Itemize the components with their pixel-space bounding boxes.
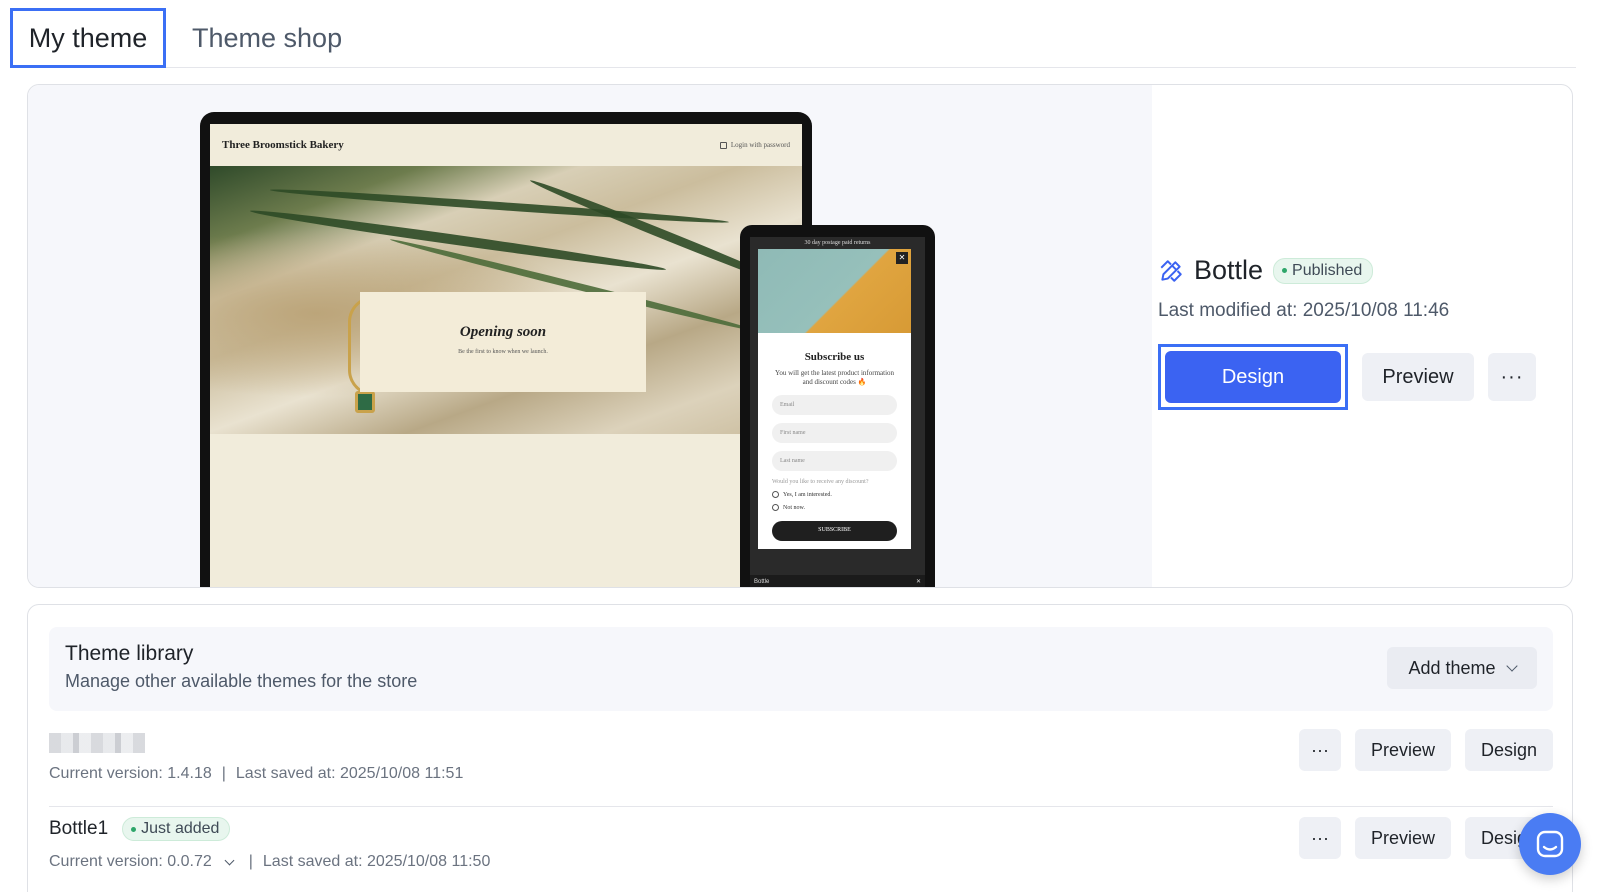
tab-my-theme[interactable]: My theme [10, 8, 166, 68]
radio-icon [772, 504, 779, 511]
row-actions: ··· Preview Design [1299, 729, 1553, 771]
row-preview-button[interactable]: Preview [1355, 729, 1451, 771]
theme-name-row: Bottle Published [1158, 255, 1548, 286]
radio-yes-label: Yes, I am interested. [783, 491, 832, 498]
current-theme-card: Three Broomstick Bakery Login with passw… [27, 84, 1573, 588]
tablet-screen: Three Broomstick Bakery Login with passw… [210, 124, 802, 587]
modified-value: 2025/10/08 11:46 [1302, 300, 1450, 321]
lock-icon [719, 141, 727, 149]
status-dot [1282, 268, 1288, 273]
subscribe-popup: ✕ Subscribe us You will get the latest p… [758, 249, 911, 549]
close-icon: ✕ [896, 252, 908, 264]
library-title: Theme library [65, 642, 194, 665]
phone-bottom-bar: Bottle ✕ [750, 575, 925, 587]
version-dropdown-icon[interactable] [224, 855, 235, 865]
popup-subtitle: You will get the latest product informat… [774, 369, 895, 386]
row-saved: Last saved at: 2025/10/08 11:51 [235, 765, 464, 782]
store-brand: Three Broomstick Bakery [222, 139, 344, 151]
redacted-theme-name [49, 733, 145, 753]
first-name-field: First name [772, 423, 897, 443]
radio-icon [772, 491, 779, 498]
close-icon: ✕ [915, 579, 921, 585]
modified-label: Last modified at: [1158, 300, 1298, 321]
theme-info-panel: Bottle Published Last modified at: 2025/… [1158, 255, 1548, 410]
phone-screen: 30 day postage paid returns ✕ Subscribe … [750, 237, 925, 587]
chat-glyph-icon [1536, 830, 1564, 858]
design-button-focus-ring: Design [1158, 344, 1348, 410]
radio-no: Not now. [772, 504, 897, 511]
chat-icon[interactable] [1519, 813, 1581, 875]
subscribe-button: SUBSCRIBE [772, 521, 897, 541]
add-theme-button[interactable]: Add theme [1387, 647, 1537, 689]
row-name: Bottle1 Just added [49, 817, 231, 841]
separator: | [221, 765, 226, 782]
row-more-button[interactable]: ··· [1299, 817, 1341, 859]
radio-yes: Yes, I am interested. [772, 491, 897, 498]
discount-question: Would you like to receive any discount? [772, 479, 869, 485]
library-row: Bottle1 Just added Current version: 0.0.… [49, 807, 1553, 892]
theme-library-card: Theme library Manage other available the… [27, 604, 1573, 892]
status-badge: Published [1273, 257, 1374, 284]
row-theme-name: Bottle1 [49, 818, 109, 839]
add-theme-label: Add theme [1408, 657, 1496, 678]
badge-label: Just added [141, 820, 220, 837]
preview-button[interactable]: Preview [1362, 353, 1474, 401]
row-design-button[interactable]: Design [1465, 729, 1553, 771]
tablet-header: Three Broomstick Bakery Login with passw… [210, 124, 802, 166]
row-version: Current version: 1.4.18 [49, 765, 212, 782]
row-meta: Current version: 0.0.72 | Last saved at:… [49, 853, 490, 871]
library-subtitle: Manage other available themes for the st… [65, 671, 418, 691]
popup-image: ✕ [758, 249, 911, 333]
last-modified: Last modified at: 2025/10/08 11:46 [1158, 300, 1548, 322]
phone-mockup: 30 day postage paid returns ✕ Subscribe … [740, 225, 935, 587]
theme-name: Bottle [1194, 255, 1264, 285]
just-added-badge: Just added [122, 817, 231, 841]
popup-title: Subscribe us [804, 351, 865, 363]
row-more-button[interactable]: ··· [1299, 729, 1341, 771]
opening-title: Opening soon [459, 324, 547, 340]
tablet-mockup: Three Broomstick Bakery Login with passw… [200, 112, 812, 587]
library-row: Current version: 1.4.18 | Last saved at:… [49, 719, 1553, 807]
library-header: Theme library Manage other available the… [49, 627, 1553, 711]
opening-soon-box: Opening soon Be the first to know when w… [360, 292, 646, 392]
pendant-jewel [355, 391, 375, 413]
design-button[interactable]: Design [1165, 351, 1341, 403]
theme-preview-area: Three Broomstick Bakery Login with passw… [28, 85, 1152, 587]
email-field: Email [772, 395, 897, 415]
login-label: Login with password [730, 141, 790, 149]
tab-theme-shop[interactable]: Theme shop [176, 8, 358, 68]
status-dot [131, 826, 137, 832]
row-version: Current version: 0.0.72 [49, 853, 212, 870]
row-actions: ··· Preview Design [1299, 817, 1553, 859]
row-meta: Current version: 1.4.18 | Last saved at:… [49, 765, 463, 783]
announcement-bar: 30 day postage paid returns [804, 240, 871, 246]
more-options-button[interactable]: ··· [1488, 353, 1536, 401]
separator: | [248, 853, 253, 870]
hero-image: Opening soon Be the first to know when w… [210, 166, 802, 434]
bottom-bar-label: Bottle [754, 579, 770, 585]
theme-actions: Design Preview ··· [1158, 344, 1548, 410]
radio-no-label: Not now. [783, 504, 805, 511]
row-preview-button[interactable]: Preview [1355, 817, 1451, 859]
opening-subtitle: Be the first to know when we launch. [458, 349, 548, 355]
last-name-field: Last name [772, 451, 897, 471]
login-link: Login with password [719, 141, 790, 149]
chevron-down-icon [1505, 659, 1518, 672]
row-saved: Last saved at: 2025/10/08 11:50 [262, 853, 491, 870]
status-label: Published [1292, 261, 1363, 279]
tab-bar: My theme Theme shop [10, 8, 1576, 68]
brush-icon [1160, 259, 1182, 282]
